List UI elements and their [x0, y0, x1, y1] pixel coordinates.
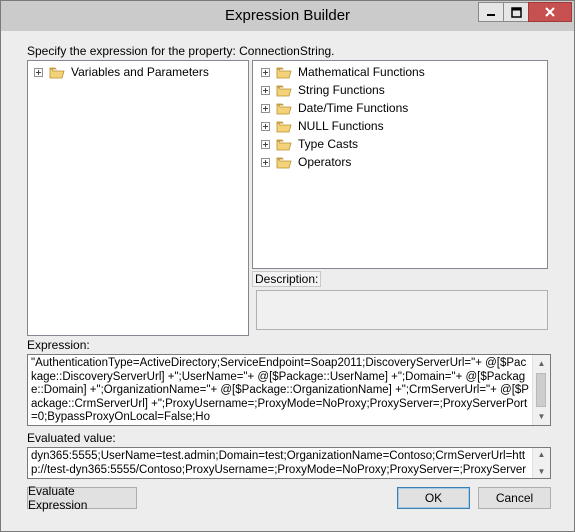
- tree-item-datetime-functions[interactable]: Date/Time Functions: [261, 100, 408, 116]
- folder-icon: [276, 103, 292, 114]
- scroll-down-icon[interactable]: ▼: [533, 463, 550, 478]
- functions-tree-panel[interactable]: Mathematical Functions String Functions …: [252, 60, 548, 269]
- minimize-icon: [487, 14, 495, 16]
- tree-item-label: Operators: [298, 155, 352, 169]
- tree-item-label: Type Casts: [298, 137, 359, 151]
- plus-expander-icon[interactable]: [261, 121, 270, 131]
- plus-expander-icon[interactable]: [261, 85, 270, 95]
- tree-item-mathematical-functions[interactable]: Mathematical Functions: [261, 64, 425, 80]
- scroll-up-icon[interactable]: ▲: [533, 448, 550, 463]
- folder-icon: [49, 67, 65, 78]
- evaluated-value-label: Evaluated value:: [27, 431, 116, 445]
- scroll-thumb[interactable]: [536, 373, 546, 407]
- tree-item-operators[interactable]: Operators: [261, 154, 351, 170]
- close-button[interactable]: [528, 2, 572, 22]
- maximize-icon: [510, 6, 522, 18]
- description-box: [256, 290, 548, 330]
- expression-builder-window: Expression Builder Specify the expressio…: [0, 0, 575, 532]
- tree-item-label: Date/Time Functions: [298, 101, 409, 115]
- variables-tree-panel[interactable]: Variables and Parameters: [27, 60, 249, 336]
- maximize-button[interactable]: [503, 2, 529, 22]
- plus-expander-icon[interactable]: [261, 103, 270, 113]
- evaluate-expression-button[interactable]: Evaluate Expression: [27, 484, 137, 512]
- tree-item-label: Variables and Parameters: [71, 65, 209, 79]
- evaluated-scrollbar[interactable]: ▲ ▼: [532, 448, 550, 478]
- plus-expander-icon[interactable]: [261, 157, 270, 167]
- tree-item-null-functions[interactable]: NULL Functions: [261, 118, 384, 134]
- evaluated-value-text: dyn365:5555;UserName=test.admin;Domain=t…: [31, 450, 527, 476]
- expression-textarea[interactable]: "AuthenticationType=ActiveDirectory;Serv…: [27, 354, 551, 426]
- expression-label: Expression:: [27, 338, 90, 352]
- property-prompt: Specify the expression for the property:…: [27, 44, 335, 58]
- cancel-button[interactable]: Cancel: [478, 487, 551, 509]
- tree-item-string-functions[interactable]: String Functions: [261, 82, 385, 98]
- tree-item-variables-parameters[interactable]: Variables and Parameters: [34, 64, 209, 80]
- scroll-up-icon[interactable]: ▲: [533, 355, 550, 372]
- tree-item-type-casts[interactable]: Type Casts: [261, 136, 358, 152]
- tree-item-label: Mathematical Functions: [298, 65, 425, 79]
- plus-expander-icon[interactable]: [261, 139, 270, 149]
- folder-icon: [276, 85, 292, 96]
- folder-icon: [276, 157, 292, 168]
- plus-expander-icon[interactable]: [34, 67, 43, 77]
- description-label: Description:: [252, 271, 322, 287]
- plus-expander-icon[interactable]: [261, 67, 270, 77]
- expression-scrollbar[interactable]: ▲ ▼: [532, 355, 550, 425]
- tree-item-label: NULL Functions: [298, 119, 384, 133]
- close-icon: [545, 7, 555, 17]
- ok-button[interactable]: OK: [397, 487, 470, 509]
- scroll-down-icon[interactable]: ▼: [533, 408, 550, 425]
- tree-item-label: String Functions: [298, 83, 385, 97]
- title-bar: Expression Builder: [1, 1, 574, 31]
- expression-text: "AuthenticationType=ActiveDirectory;Serv…: [31, 357, 529, 423]
- folder-icon: [276, 139, 292, 150]
- evaluated-value-textarea[interactable]: dyn365:5555;UserName=test.admin;Domain=t…: [27, 447, 551, 479]
- folder-icon: [276, 67, 292, 78]
- minimize-button[interactable]: [478, 2, 504, 22]
- folder-icon: [276, 121, 292, 132]
